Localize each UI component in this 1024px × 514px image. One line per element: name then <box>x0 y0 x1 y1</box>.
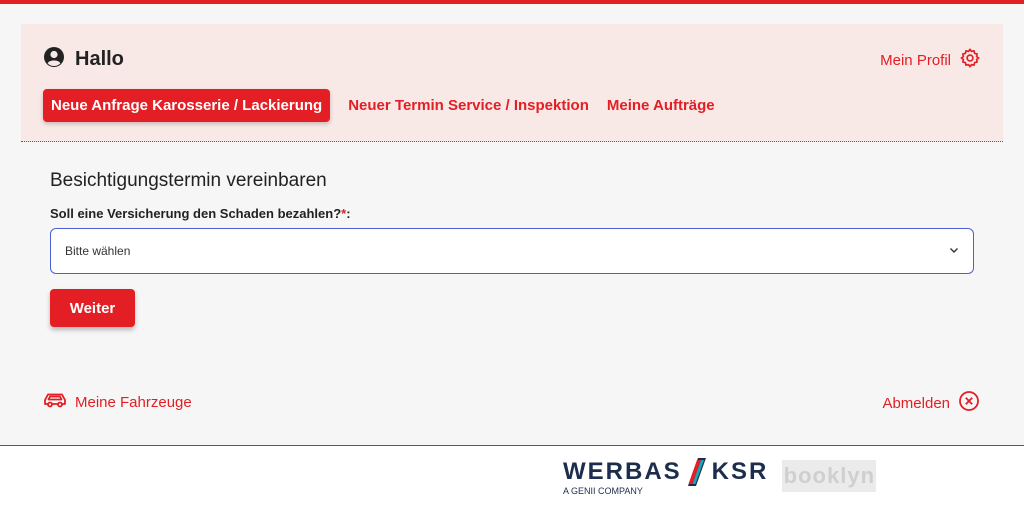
logout-link[interactable]: Abmelden <box>882 390 980 417</box>
ksr-wordmark: KSR <box>711 458 769 485</box>
gear-icon <box>959 47 981 74</box>
tab-new-service-appointment[interactable]: Neuer Termin Service / Inspektion <box>348 89 589 122</box>
car-icon <box>43 391 67 414</box>
werbas-wordmark: WERBAS <box>563 458 682 485</box>
header: Hallo Mein Profil Neue Anfrage Karosseri… <box>21 24 1003 142</box>
profile-link[interactable]: Mein Profil <box>880 47 981 74</box>
chevron-down-icon <box>949 244 959 258</box>
profile-label: Mein Profil <box>880 52 951 69</box>
greeting-text: Hallo <box>75 48 124 70</box>
werbas-ksr-logo: WERBAS KSR A GENII COMPANY <box>563 458 768 496</box>
insurance-select-value: Bitte wählen <box>65 244 131 258</box>
page-title: Besichtigungstermin vereinbaren <box>50 170 327 191</box>
tab-my-orders[interactable]: Meine Aufträge <box>607 89 715 122</box>
logo-slash-graphic <box>687 458 706 486</box>
my-vehicles-label: Meine Fahrzeuge <box>75 394 192 411</box>
booklyn-logo: booklyn <box>782 460 877 492</box>
werbas-subtitle: A GENII COMPANY <box>563 486 643 496</box>
tab-new-bodywork-request[interactable]: Neue Anfrage Karosserie / Lackierung <box>43 89 331 122</box>
close-circle-icon <box>958 390 980 417</box>
brand-logos: WERBAS KSR A GENII COMPANY booklyn <box>563 458 877 496</box>
logout-label: Abmelden <box>882 395 950 412</box>
label-suffix: : <box>346 206 351 221</box>
insurance-question-label: Soll eine Versicherung den Schaden bezah… <box>50 206 351 221</box>
main-panel: Hallo Mein Profil Neue Anfrage Karosseri… <box>0 4 1024 446</box>
greeting: Hallo <box>43 46 124 73</box>
user-circle-icon <box>43 46 65 73</box>
insurance-select[interactable]: Bitte wählen <box>50 228 974 274</box>
next-button[interactable]: Weiter <box>50 289 135 327</box>
insurance-question-text: Soll eine Versicherung den Schaden bezah… <box>50 206 342 221</box>
nav-tabs: Neue Anfrage Karosserie / Lackierung Neu… <box>43 89 733 122</box>
my-vehicles-link[interactable]: Meine Fahrzeuge <box>43 391 192 414</box>
